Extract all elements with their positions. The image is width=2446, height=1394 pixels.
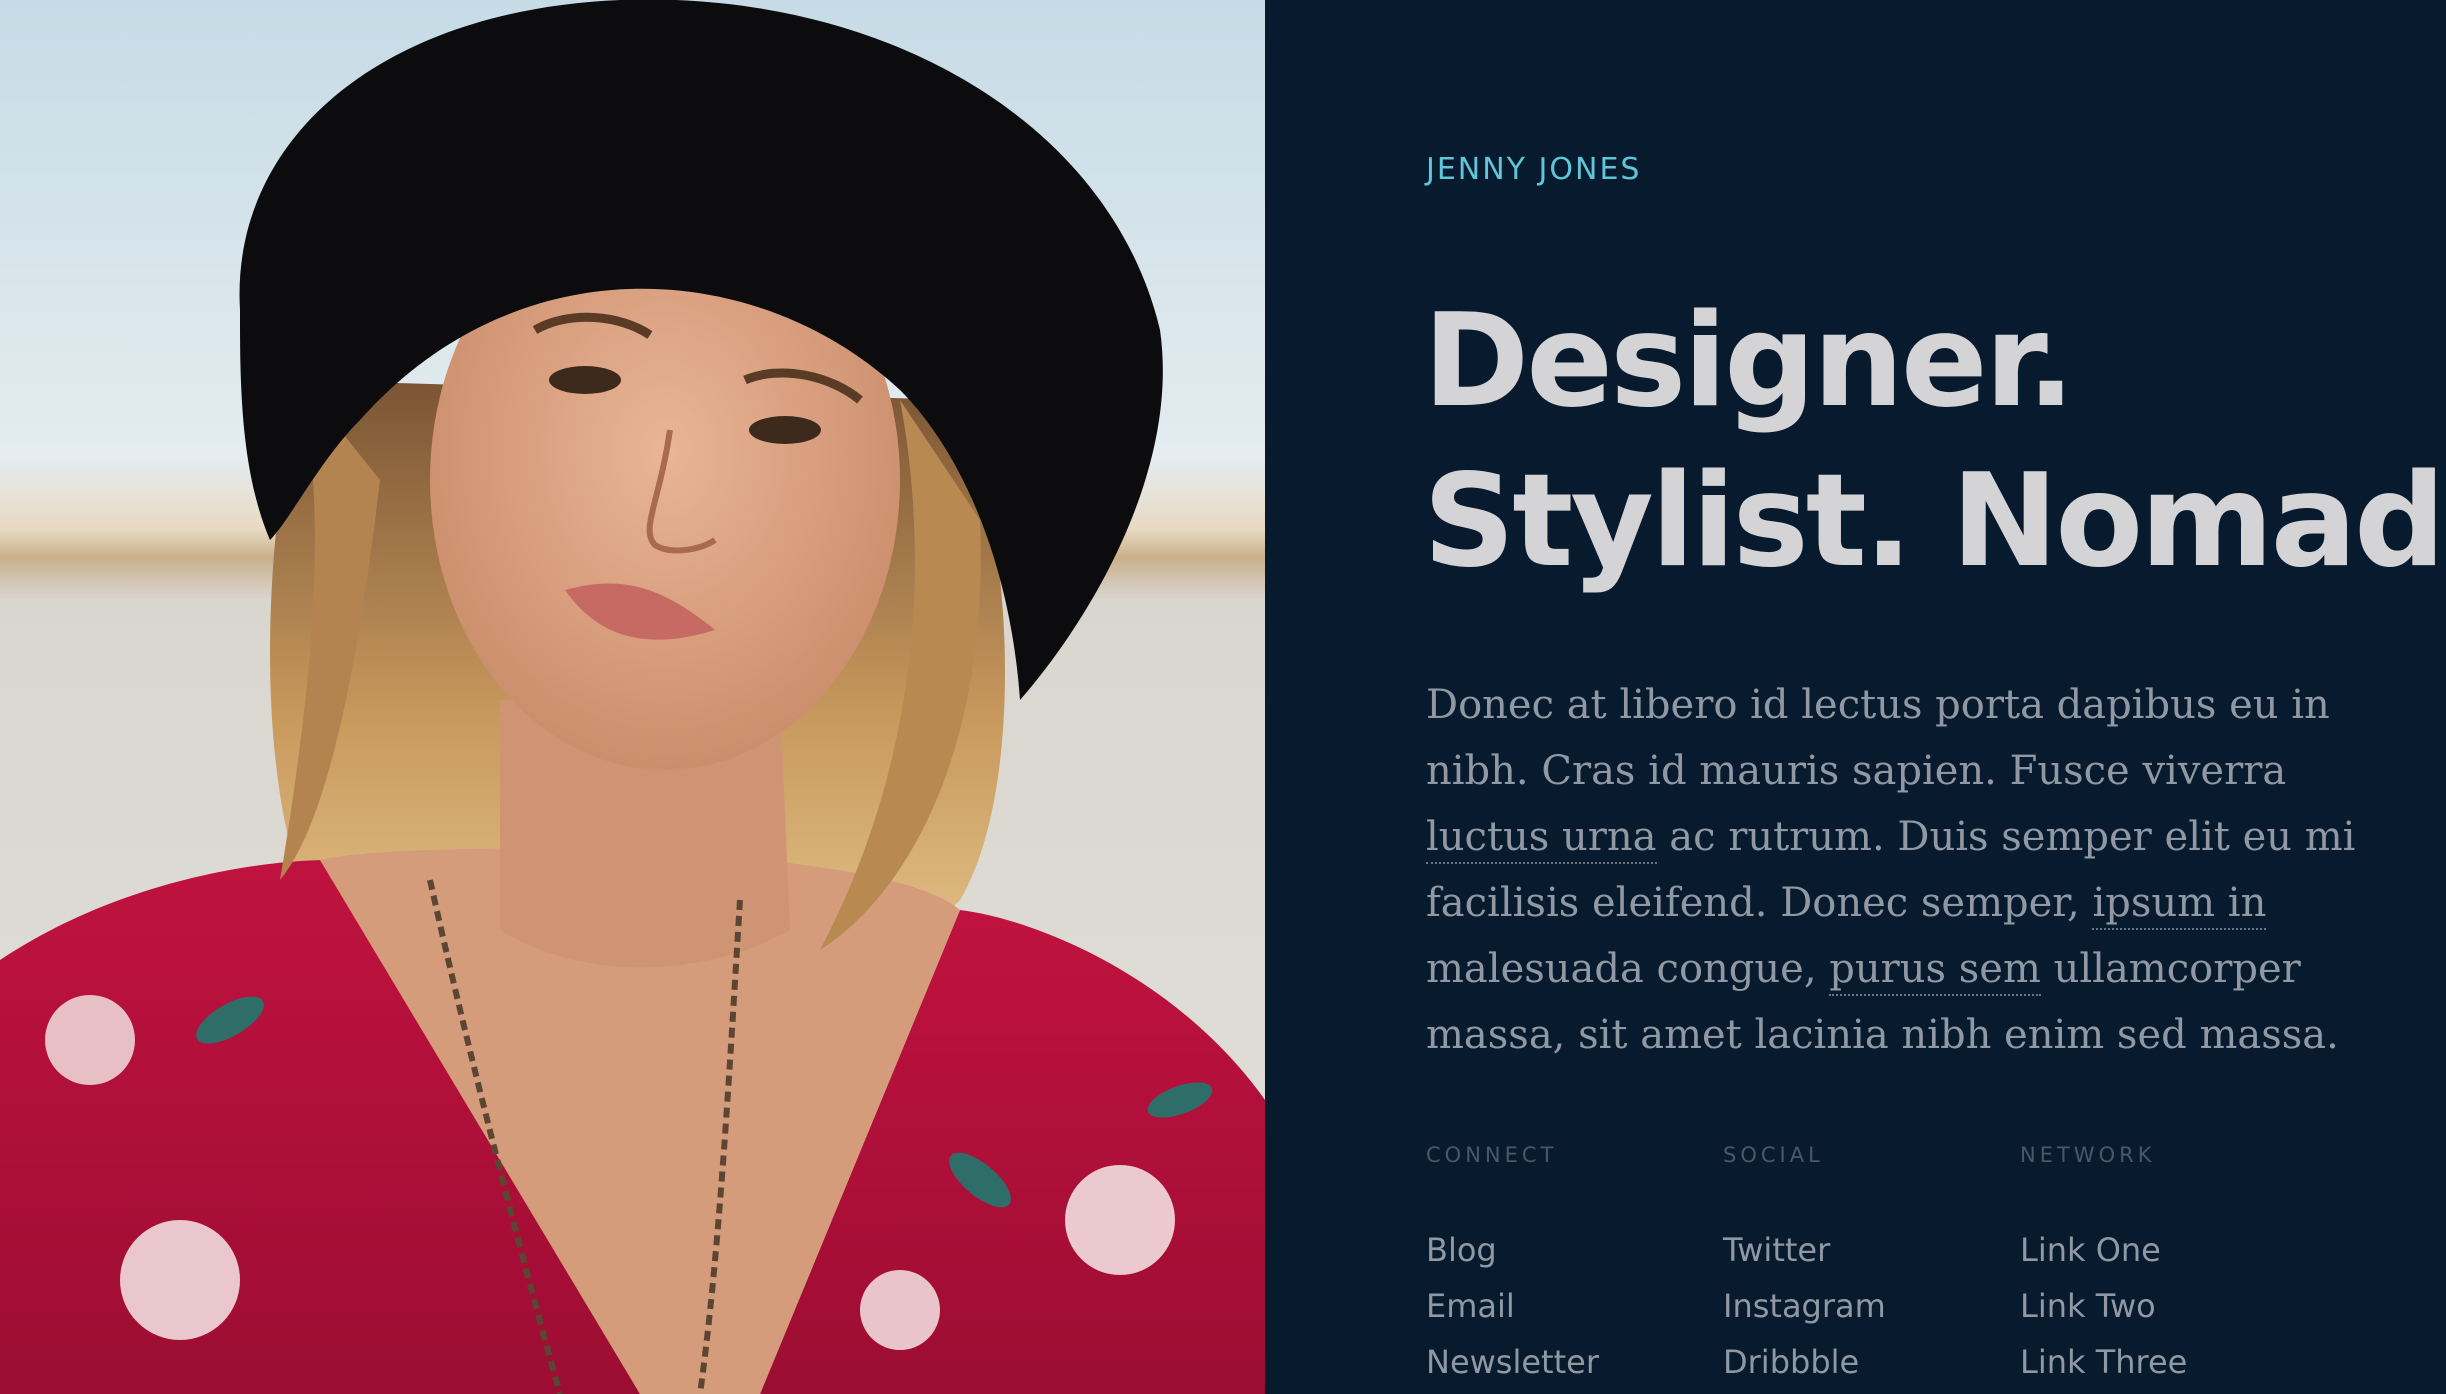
brand-name-link[interactable]: JENNY JONES — [1426, 152, 1641, 187]
list-item: Newsletter — [1426, 1334, 1723, 1390]
link-two[interactable]: Link Two — [2020, 1287, 2156, 1325]
list-item: Dribbble — [1723, 1334, 2020, 1390]
link-list-connect: Blog Email Newsletter — [1426, 1222, 1723, 1390]
column-title-network: NETWORK — [2020, 1143, 2156, 1167]
column-connect: CONNECT Blog Email Newsletter — [1426, 1140, 1723, 1390]
portrait-illustration — [0, 0, 1265, 1394]
column-social: SOCIAL Twitter Instagram Dribbble — [1723, 1140, 2020, 1390]
footer-link-columns: CONNECT Blog Email Newsletter SOCIAL Twi… — [1426, 1140, 2317, 1390]
intro-link-luctus-urna[interactable]: luctus urna — [1426, 814, 1657, 864]
intro-text-3: malesuada congue, — [1426, 946, 1830, 992]
list-item: Instagram — [1723, 1278, 2020, 1334]
list-item: Link Two — [2020, 1278, 2317, 1334]
list-item: Twitter — [1723, 1222, 2020, 1278]
list-item: Blog — [1426, 1222, 1723, 1278]
intro-text-1: Donec at libero id lectus porta dapibus … — [1426, 682, 2330, 794]
link-list-social: Twitter Instagram Dribbble — [1723, 1222, 2020, 1390]
intro-link-purus-sem[interactable]: purus sem — [1829, 946, 2041, 996]
link-three[interactable]: Link Three — [2020, 1343, 2187, 1381]
link-dribbble[interactable]: Dribbble — [1723, 1343, 1859, 1381]
link-email[interactable]: Email — [1426, 1287, 1515, 1325]
intro-paragraph: Donec at libero id lectus porta dapibus … — [1426, 672, 2406, 1068]
headline: Designer. Stylist. Nomad. — [1423, 282, 2446, 602]
content-panel: JENNY JONES Designer. Stylist. Nomad. Do… — [1265, 0, 2446, 1394]
column-title-social: SOCIAL — [1723, 1143, 1824, 1167]
headline-line-1: Designer. — [1423, 287, 2075, 436]
link-twitter[interactable]: Twitter — [1723, 1231, 1830, 1269]
headline-line-2: Stylist. Nomad. — [1423, 447, 2446, 596]
link-newsletter[interactable]: Newsletter — [1426, 1343, 1599, 1381]
page: JENNY JONES Designer. Stylist. Nomad. Do… — [0, 0, 2446, 1394]
column-title-connect: CONNECT — [1426, 1143, 1558, 1167]
column-network: NETWORK Link One Link Two Link Three — [2020, 1140, 2317, 1390]
intro-link-ipsum-in[interactable]: ipsum in — [2092, 880, 2267, 930]
link-blog[interactable]: Blog — [1426, 1231, 1497, 1269]
portrait-photo — [0, 0, 1265, 1394]
link-list-network: Link One Link Two Link Three — [2020, 1222, 2317, 1390]
list-item: Link Three — [2020, 1334, 2317, 1390]
link-one[interactable]: Link One — [2020, 1231, 2161, 1269]
list-item: Email — [1426, 1278, 1723, 1334]
list-item: Link One — [2020, 1222, 2317, 1278]
link-instagram[interactable]: Instagram — [1723, 1287, 1886, 1325]
